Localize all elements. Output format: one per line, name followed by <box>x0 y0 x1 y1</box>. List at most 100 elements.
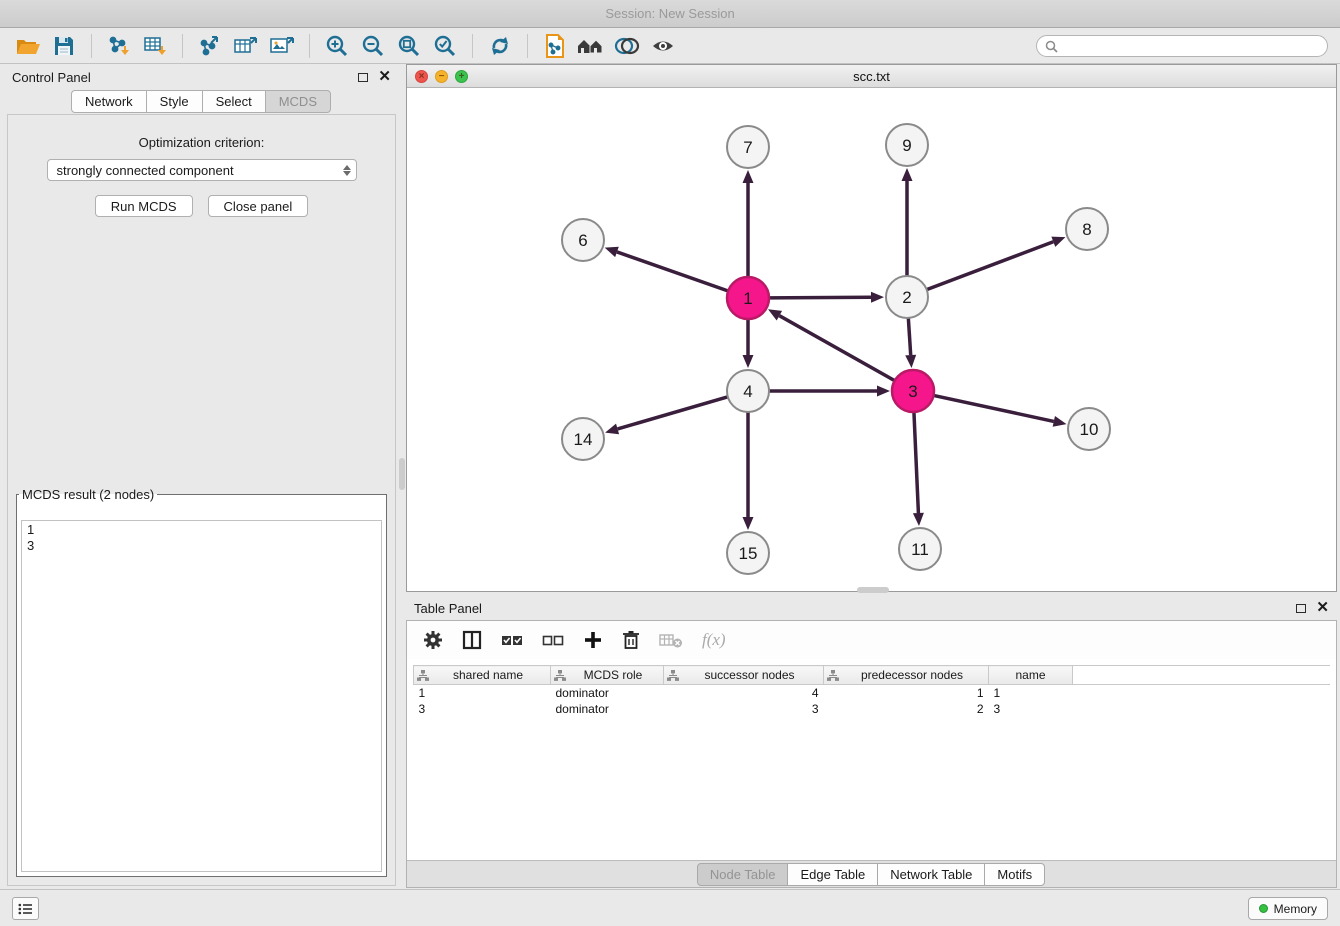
search-input[interactable] <box>1063 39 1319 53</box>
graph-edge-arrow <box>871 292 884 303</box>
frame-close-button[interactable]: × <box>415 70 428 83</box>
tab-node-table[interactable]: Node Table <box>697 863 789 886</box>
column-header-shared-name[interactable]: shared name <box>414 666 551 685</box>
cell-mcds-role[interactable]: dominator <box>551 685 664 701</box>
window-titlebar: Session: New Session <box>0 0 1340 28</box>
search-icon <box>1045 40 1058 53</box>
table-toolbar: f(x) <box>407 621 1336 659</box>
column-header-successor-nodes[interactable]: successor nodes <box>664 666 824 685</box>
function-builder-icon[interactable]: f(x) <box>702 630 726 650</box>
cell-shared-name[interactable]: 1 <box>414 685 551 701</box>
graph-node-label: 11 <box>911 540 929 559</box>
task-history-button[interactable] <box>12 897 39 920</box>
graph-edge-3-11[interactable] <box>914 412 918 513</box>
tab-select[interactable]: Select <box>202 90 266 113</box>
graph-edge-arrow <box>1051 237 1065 247</box>
zoom-selected-icon[interactable] <box>429 32 461 60</box>
export-image-icon[interactable] <box>266 32 298 60</box>
mcds-panel-body: Optimization criterion: strongly connect… <box>7 114 396 886</box>
add-column-icon[interactable] <box>583 630 603 650</box>
delete-table-icon[interactable] <box>659 631 683 649</box>
graph-edge-1-6[interactable] <box>617 252 728 291</box>
graph-edge-arrow <box>913 513 924 526</box>
table-row[interactable]: 1 dominator 4 1 1 <box>414 685 1331 701</box>
zoom-out-icon[interactable] <box>357 32 389 60</box>
criterion-select[interactable]: strongly connected component <box>47 159 357 181</box>
graph-node-label: 4 <box>743 382 752 401</box>
tab-network-table[interactable]: Network Table <box>877 863 985 886</box>
graph-edge-4-14[interactable] <box>618 397 728 429</box>
import-table-icon[interactable] <box>139 32 171 60</box>
close-panel-icon[interactable]: ✕ <box>378 72 391 82</box>
graph-edge-2-8[interactable] <box>927 242 1054 290</box>
list-icon <box>18 903 33 915</box>
graph-edge-arrow <box>902 168 913 181</box>
import-network-icon[interactable] <box>103 32 135 60</box>
graph-edge-1-2[interactable] <box>769 297 871 298</box>
graph-edge-3-1[interactable] <box>779 316 894 381</box>
select-all-icon[interactable] <box>501 632 523 648</box>
graph-edge-arrow <box>605 247 619 257</box>
control-panel: Control Panel ✕ Network Style Select MCD… <box>3 64 400 888</box>
column-layout-icon[interactable] <box>462 630 482 650</box>
cell-predecessor-nodes[interactable]: 2 <box>824 701 989 717</box>
graph-edge-arrow <box>905 355 916 368</box>
graph-node-label: 15 <box>739 544 758 563</box>
tab-network[interactable]: Network <box>71 90 147 113</box>
node-table: shared name MCDS role successor nodes pr… <box>413 665 1330 717</box>
frame-maximize-button[interactable]: + <box>455 70 468 83</box>
graph-edge-2-3[interactable] <box>908 318 910 355</box>
tab-mcds[interactable]: MCDS <box>265 90 331 113</box>
refresh-layout-icon[interactable] <box>484 32 516 60</box>
graph-edge-3-10[interactable] <box>934 395 1054 421</box>
splitter-handle-vertical[interactable] <box>399 458 405 490</box>
float-panel-icon[interactable] <box>1296 604 1306 613</box>
table-panel-tabs: Node Table Edge Table Network Table Moti… <box>407 860 1336 887</box>
column-header-predecessor-nodes[interactable]: predecessor nodes <box>824 666 989 685</box>
gear-icon[interactable] <box>423 630 443 650</box>
home-icon[interactable] <box>575 32 607 60</box>
search-box <box>1036 35 1328 57</box>
cell-predecessor-nodes[interactable]: 1 <box>824 685 989 701</box>
memory-button[interactable]: Memory <box>1248 897 1328 920</box>
network-graph[interactable]: 7968124314101511 <box>407 88 1336 591</box>
delete-column-icon[interactable] <box>622 630 640 650</box>
application-window: Session: New Session <box>0 0 1340 926</box>
tab-motifs[interactable]: Motifs <box>984 863 1045 886</box>
close-panel-icon[interactable]: ✕ <box>1316 603 1329 613</box>
run-mcds-button[interactable]: Run MCDS <box>95 195 193 217</box>
column-header-name[interactable]: name <box>989 666 1073 685</box>
cell-successor-nodes[interactable]: 4 <box>664 685 824 701</box>
export-table-icon[interactable] <box>230 32 262 60</box>
cell-successor-nodes[interactable]: 3 <box>664 701 824 717</box>
graph-edge-arrow <box>877 386 890 397</box>
network-frame-titlebar: × − + scc.txt <box>407 65 1336 88</box>
attribute-icon <box>554 670 566 681</box>
mcds-result-line: 3 <box>27 538 376 554</box>
memory-label: Memory <box>1274 902 1317 916</box>
toolbar-separator <box>182 34 183 58</box>
zoom-fit-icon[interactable] <box>393 32 425 60</box>
open-folder-icon[interactable] <box>12 32 44 60</box>
frame-minimize-button[interactable]: − <box>435 70 448 83</box>
cell-mcds-role[interactable]: dominator <box>551 701 664 717</box>
splitter-handle-horizontal[interactable] <box>857 587 889 593</box>
close-panel-button[interactable]: Close panel <box>208 195 309 217</box>
style-icon[interactable] <box>611 32 643 60</box>
deselect-all-icon[interactable] <box>542 632 564 648</box>
eye-icon[interactable] <box>647 32 679 60</box>
cell-shared-name[interactable]: 3 <box>414 701 551 717</box>
float-panel-icon[interactable] <box>358 73 368 82</box>
column-header-mcds-role[interactable]: MCDS role <box>551 666 664 685</box>
status-bar: Memory <box>0 889 1340 926</box>
toolbar-separator <box>91 34 92 58</box>
tab-edge-table[interactable]: Edge Table <box>787 863 878 886</box>
session-doc-icon[interactable] <box>539 32 571 60</box>
table-row[interactable]: 3 dominator 3 2 3 <box>414 701 1331 717</box>
save-session-icon[interactable] <box>48 32 80 60</box>
export-network-icon[interactable] <box>194 32 226 60</box>
cell-name[interactable]: 3 <box>989 701 1073 717</box>
zoom-in-icon[interactable] <box>321 32 353 60</box>
cell-name[interactable]: 1 <box>989 685 1073 701</box>
tab-style[interactable]: Style <box>146 90 203 113</box>
